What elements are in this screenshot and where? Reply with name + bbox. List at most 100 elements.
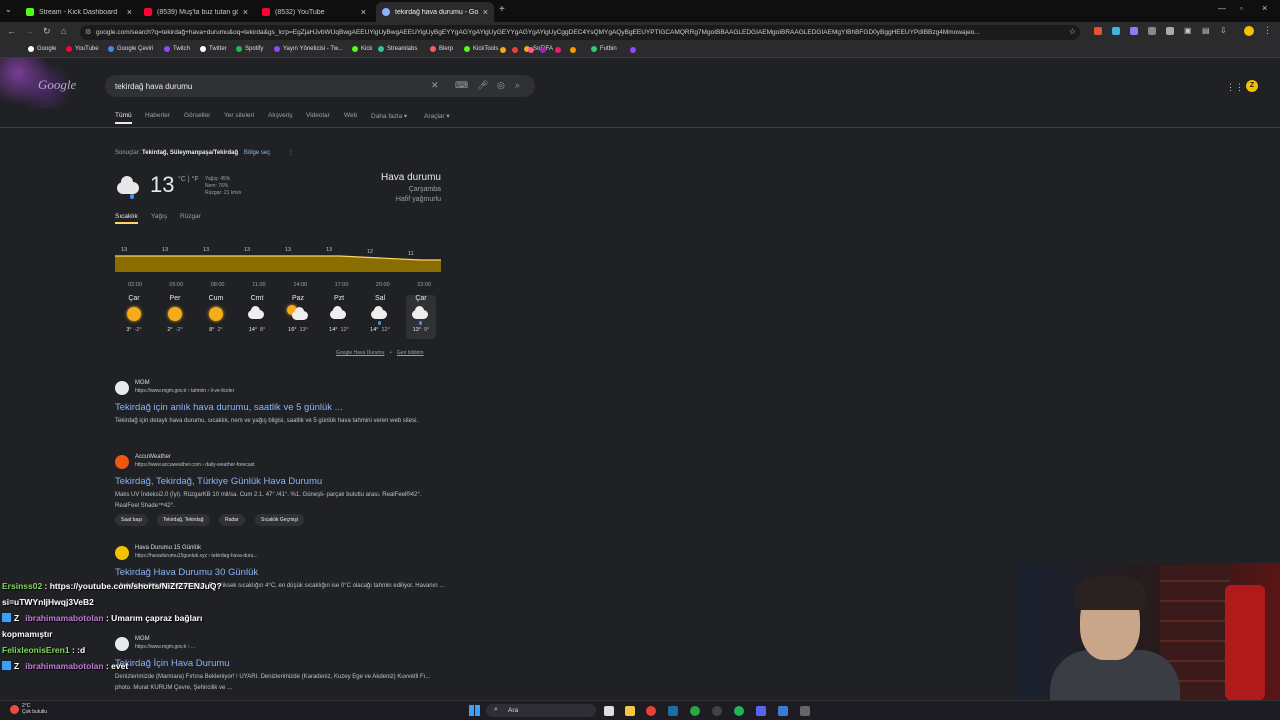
tab-wind[interactable]: Rüzgar	[180, 213, 201, 220]
file-explorer-icon[interactable]	[625, 706, 635, 716]
tab-kick-dashboard[interactable]: Stream - Kick Dashboard ×	[20, 2, 138, 22]
bookmark-item[interactable]: Blerp	[430, 46, 453, 52]
bookmark-icon[interactable]	[630, 47, 636, 53]
bookmark-item[interactable]: KickTools	[464, 46, 498, 52]
tab-0[interactable]: Tümü	[115, 112, 132, 124]
bookmark-icon[interactable]	[528, 47, 534, 53]
result-url[interactable]: https://www.mgm.gov.tr › tahmin › il-ve-…	[135, 388, 234, 394]
discord-icon[interactable]	[756, 706, 766, 716]
bookmark-item[interactable]: Twitch	[164, 46, 190, 52]
bookmark-item[interactable]: YouTube	[66, 46, 99, 52]
forecast-day[interactable]: Çar 3° -2°	[119, 295, 149, 333]
forecast-day[interactable]: Sal 14° 12°	[365, 295, 395, 333]
tab-1[interactable]: Haberler	[145, 112, 170, 119]
extension-icon[interactable]	[1112, 27, 1120, 35]
bookmark-icon[interactable]	[555, 47, 561, 53]
app-icon[interactable]	[800, 706, 810, 716]
tab-2[interactable]: Görseller	[184, 112, 210, 119]
tab-precipitation[interactable]: Yağış	[151, 213, 167, 220]
bookmark-icon[interactable]	[512, 47, 518, 53]
new-tab-button[interactable]: +	[499, 4, 505, 15]
result-url[interactable]: https://www.mgm.gov.tr › ...	[135, 644, 195, 650]
bookmark-item[interactable]: Spotify	[236, 46, 263, 52]
forecast-day[interactable]: Per 2° -2°	[160, 295, 190, 333]
bookmark-item[interactable]: Streamlabs	[378, 46, 417, 52]
tab-3[interactable]: Yer siteleri	[224, 112, 254, 119]
tab-youtube[interactable]: (8532) YouTube ×	[256, 2, 372, 22]
close-window-icon[interactable]: ×	[1262, 3, 1267, 13]
task-view-icon[interactable]	[604, 706, 614, 716]
sidepanel-icon[interactable]: ▤	[1202, 26, 1210, 35]
result-title-link[interactable]: Tekirdağ İçin Hava Durumu	[115, 658, 230, 669]
profile-avatar-icon[interactable]	[1244, 26, 1254, 36]
windows-start-icon[interactable]	[469, 705, 480, 716]
result-url[interactable]: https://www.accuweather.com › daily-weat…	[135, 462, 255, 468]
tab-4[interactable]: Alışveriş	[268, 112, 293, 119]
tab-google-search[interactable]: tekirdağ hava durumu - Google ×	[376, 2, 494, 22]
result-chip[interactable]: Sıcaklık Geçmişi	[255, 514, 304, 526]
result-chip[interactable]: Saat başı	[115, 514, 149, 526]
bookmark-icon[interactable]	[540, 47, 546, 53]
result-title-link[interactable]: Tekirdağ için anlık hava durumu, saatlik…	[115, 402, 343, 413]
app-icon[interactable]	[778, 706, 788, 716]
extension-icon[interactable]	[1130, 27, 1138, 35]
close-tab-icon[interactable]: ×	[483, 7, 488, 17]
taskbar-search[interactable]: ⌕ Ara	[486, 704, 596, 717]
weather-widget[interactable]: 2°C Çok bulutlu	[22, 703, 47, 715]
tab-temperature[interactable]: Sıcaklık	[115, 213, 138, 224]
lens-icon[interactable]: ◎	[497, 80, 505, 91]
steam-icon[interactable]	[668, 706, 678, 716]
menu-kebab-icon[interactable]: ⋮	[1263, 25, 1272, 36]
forecast-day[interactable]: Paz 16° 13°	[283, 295, 313, 333]
source-link[interactable]: Google Hava Durumu	[336, 350, 384, 356]
chrome-icon[interactable]	[646, 706, 656, 716]
tab-6[interactable]: Web	[344, 112, 357, 119]
temperature-chart[interactable]: 13 13 13 13 13 13 12 11 02:00 05:00 08:00 11:00 14:0…	[115, 238, 441, 290]
spotify-icon[interactable]	[734, 706, 744, 716]
obs-icon[interactable]	[712, 706, 722, 716]
result-title-link[interactable]: Tekirdağ, Tekirdağ, Türkiye Günlük Hava …	[115, 476, 322, 487]
close-tab-icon[interactable]: ×	[243, 7, 248, 17]
weather-widget-icon[interactable]	[10, 705, 19, 714]
downloads-icon[interactable]: ⇩	[1220, 26, 1227, 35]
url-field[interactable]: ⚙ google.com/search?q=tekirdağ+hava+duru…	[80, 25, 1080, 40]
result-chip[interactable]: Tekirdağ, Tekirdağ	[157, 514, 210, 526]
avatar[interactable]: Z	[1246, 80, 1258, 92]
unit-toggle[interactable]: °C | °F	[178, 176, 199, 183]
forecast-day[interactable]: Cmt 14° 8°	[242, 295, 272, 333]
bookmark-item[interactable]: Yayın Yöneticisi - Tw...	[274, 46, 343, 52]
close-tab-icon[interactable]: ×	[127, 7, 132, 17]
search-icon[interactable]: ⌕	[515, 80, 520, 91]
keyboard-icon[interactable]: ⌨	[455, 80, 468, 91]
bookmark-icon[interactable]	[500, 47, 506, 53]
site-info-icon[interactable]: ⚙	[85, 28, 91, 36]
microphone-icon[interactable]: 🎤︎	[477, 80, 488, 91]
forecast-day[interactable]: Pzt 14° 12°	[324, 295, 354, 333]
clear-icon[interactable]: ✕	[431, 80, 439, 91]
extension-icon[interactable]	[1094, 27, 1102, 35]
tab-7[interactable]: Daha fazla ▾	[371, 112, 407, 120]
back-arrow-icon[interactable]: ←	[7, 26, 16, 36]
bookmark-item[interactable]: Twitter	[200, 46, 227, 52]
tab-youtube-video[interactable]: (8539) Muş'ta buz tutan gölette ×	[138, 2, 254, 22]
extension-icon[interactable]	[1148, 27, 1156, 35]
bookmark-item[interactable]: Kick	[352, 46, 372, 52]
search-input[interactable]: tekirdağ hava durumu	[115, 82, 192, 91]
result-url[interactable]: https://havadurumu15gunluk.xyz › tekirda…	[135, 553, 258, 559]
feedback-link[interactable]: Geri bildirim	[397, 350, 424, 356]
region-select-link[interactable]: Bölge seç	[244, 150, 270, 156]
bookmark-star-icon[interactable]: ☆	[1068, 27, 1076, 36]
bookmark-item[interactable]: Google Çeviri	[108, 46, 153, 52]
extensions-puzzle-icon[interactable]: ▣	[1184, 26, 1192, 35]
bookmark-icon[interactable]	[570, 47, 576, 53]
maximize-icon[interactable]: ▫	[1240, 4, 1243, 13]
xbox-icon[interactable]	[690, 706, 700, 716]
extension-icon[interactable]	[1166, 27, 1174, 35]
result-title-link[interactable]: Tekirdağ Hava Durumu 30 Günlük	[115, 567, 258, 578]
bookmark-item[interactable]: Google	[28, 46, 56, 52]
reload-icon[interactable]: ↻	[43, 26, 51, 37]
close-tab-icon[interactable]: ×	[361, 7, 366, 17]
more-options-icon[interactable]: ⋮	[288, 150, 294, 156]
google-doodle-logo[interactable]: Google	[0, 58, 90, 108]
tab-5[interactable]: Videolar	[306, 112, 330, 119]
